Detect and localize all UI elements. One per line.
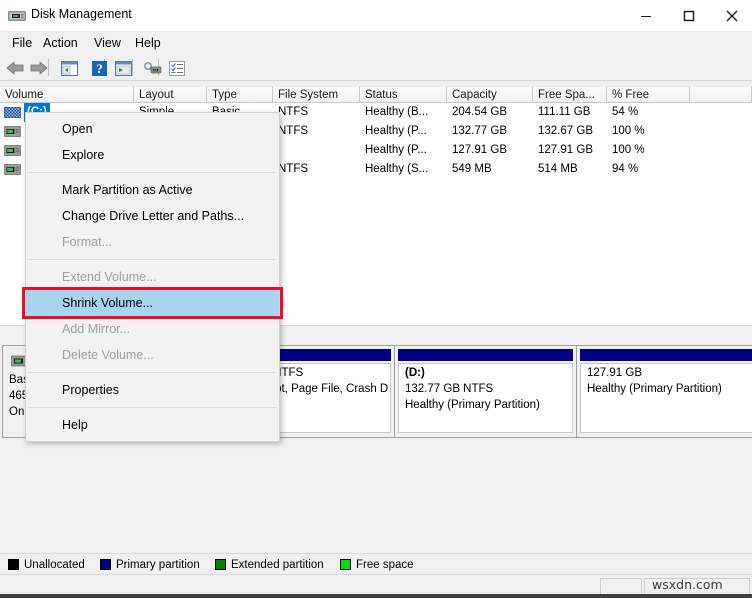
cell-free-space: 111.11 GB — [538, 106, 591, 118]
menu-help[interactable]: Help — [129, 34, 167, 52]
close-button[interactable] — [710, 0, 752, 31]
cell-free-space: 132.67 GB — [538, 125, 593, 137]
legend-label: Unallocated — [24, 558, 85, 571]
partition-size: 132.77 GB NTFS — [405, 383, 494, 395]
legend-item: Primary partition — [100, 557, 200, 572]
menu-separator — [28, 372, 277, 373]
title-bar: Disk Management — [0, 0, 752, 32]
volume-icon — [3, 126, 22, 137]
volume-icon — [3, 145, 22, 156]
column-header[interactable] — [690, 86, 752, 103]
legend-item: Extended partition — [215, 557, 324, 572]
maximize-button[interactable] — [667, 0, 710, 31]
cell-status: Healthy (S... — [365, 163, 429, 175]
context-menu-item[interactable]: Open — [26, 116, 279, 142]
disk-management-icon — [8, 8, 26, 24]
menu-view[interactable]: View — [88, 34, 127, 52]
cell-capacity: 127.91 GB — [452, 144, 507, 156]
cell-percent-free: 54 % — [612, 106, 639, 118]
cell-capacity: 204.54 GB — [452, 106, 507, 118]
screenshot-edge-strip — [0, 594, 752, 598]
toolbar: ? — [0, 54, 752, 81]
legend-swatch — [215, 559, 226, 570]
legend-swatch — [8, 559, 19, 570]
context-menu-item[interactable]: Help — [26, 412, 279, 438]
cell-file-system: NTFS — [278, 125, 309, 137]
menu-file[interactable]: File — [6, 34, 38, 52]
cell-file-system: NTFS — [278, 106, 309, 118]
partition-type-bar — [398, 349, 573, 361]
partition-type-bar — [580, 349, 752, 361]
window-title: Disk Management — [31, 7, 132, 21]
cell-capacity: 132.77 GB — [452, 125, 507, 137]
disk-management-window: Disk Management File Action View Help ? … — [0, 0, 752, 598]
cell-file-system: NTFS — [278, 163, 309, 175]
menu-action[interactable]: Action — [37, 34, 84, 52]
cell-status: Healthy (P... — [365, 125, 427, 137]
menu-bar: File Action View Help — [0, 32, 752, 54]
context-menu-item[interactable]: Mark Partition as Active — [26, 177, 279, 203]
legend-label: Primary partition — [116, 558, 200, 571]
menu-separator — [28, 172, 277, 173]
column-header[interactable]: File System — [273, 86, 360, 103]
back-arrow-icon[interactable] — [4, 58, 26, 78]
partition-size: 127.91 GB — [587, 367, 642, 379]
column-header[interactable]: Layout — [134, 86, 207, 103]
partition-block[interactable]: 127.91 GB Healthy (Primary Partition) — [577, 345, 752, 438]
column-header[interactable]: Volume — [0, 86, 134, 103]
partition-status: Healthy (Primary Partition) — [405, 399, 540, 411]
cell-free-space: 127.91 GB — [538, 144, 593, 156]
rescan-disks-icon[interactable] — [142, 58, 164, 78]
legend-label: Extended partition — [231, 558, 324, 571]
column-header[interactable]: Free Spa... — [533, 86, 607, 103]
minimize-button[interactable] — [624, 0, 667, 31]
menu-separator — [28, 407, 277, 408]
cell-status: Healthy (P... — [365, 144, 427, 156]
action-menu-icon[interactable] — [112, 58, 134, 78]
svg-text:?: ? — [96, 61, 103, 76]
volume-context-menu: Open Explore Mark Partition as Active Chang… — [25, 112, 280, 442]
context-menu-item[interactable]: Shrink Volume... — [26, 290, 279, 316]
help-icon[interactable]: ? — [88, 58, 110, 78]
legend-item: Unallocated — [8, 557, 85, 572]
properties-icon[interactable] — [166, 58, 188, 78]
cell-status: Healthy (B... — [365, 106, 429, 118]
cell-percent-free: 100 % — [612, 144, 645, 156]
cell-capacity: 549 MB — [452, 163, 492, 175]
column-header[interactable]: % Free — [607, 86, 690, 103]
column-header[interactable]: Capacity — [447, 86, 533, 103]
partition-status: Healthy (Primary Partition) — [587, 383, 722, 395]
context-menu-item: Format... — [62, 235, 113, 249]
legend-item: Free space — [340, 557, 414, 572]
column-header[interactable]: Status — [360, 86, 447, 103]
show-hide-console-tree-icon[interactable] — [58, 58, 80, 78]
menu-separator — [28, 259, 277, 260]
partition-block[interactable]: (D:) 132.77 GB NTFS Healthy (Primary Parti… — [395, 345, 577, 438]
column-header[interactable]: Type — [207, 86, 273, 103]
forward-arrow-icon[interactable] — [28, 58, 50, 78]
context-menu-item: Extend Volume... — [62, 270, 157, 284]
legend-swatch — [100, 559, 111, 570]
watermark: wsxdn.com — [652, 577, 723, 592]
volume-selected-icon — [3, 106, 22, 119]
cell-percent-free: 100 % — [612, 125, 645, 137]
legend: Unallocated Primary partition Extended par… — [0, 553, 752, 574]
context-menu-item: Delete Volume... — [62, 348, 154, 362]
cell-percent-free: 94 % — [612, 163, 639, 175]
legend-swatch — [340, 559, 351, 570]
context-menu-item[interactable]: Change Drive Letter and Paths... — [26, 203, 279, 229]
context-menu-item[interactable]: Explore — [26, 142, 279, 168]
partition-details: 127.91 GB Healthy (Primary Partition) — [580, 363, 752, 433]
context-menu-item[interactable]: Properties — [26, 377, 279, 403]
volume-icon — [3, 164, 22, 175]
volume-list-header: Volume Layout Type File System Status Capacit… — [0, 86, 752, 103]
context-menu-item: Add Mirror... — [62, 322, 131, 336]
legend-label: Free space — [356, 558, 414, 571]
partition-name: (D:) — [405, 367, 425, 379]
partition-details: (D:) 132.77 GB NTFS Healthy (Primary Parti… — [398, 363, 573, 433]
cell-free-space: 514 MB — [538, 163, 578, 175]
